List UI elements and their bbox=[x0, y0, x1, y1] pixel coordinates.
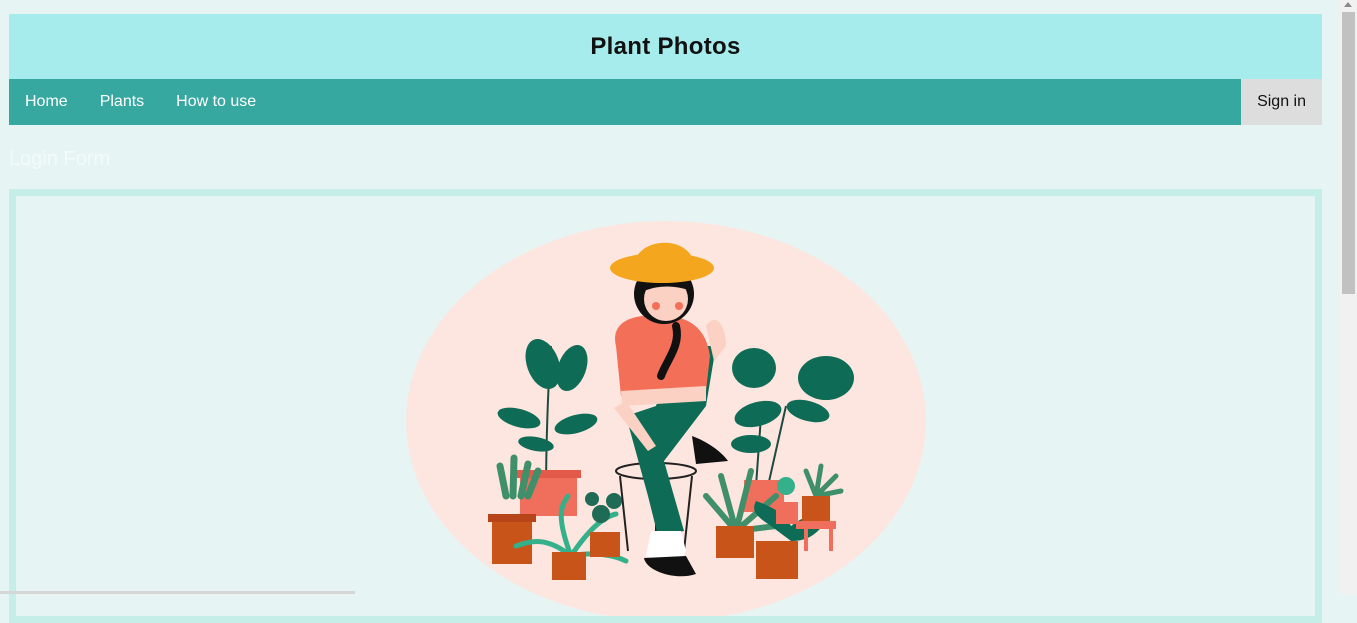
nav-item-home[interactable]: Home bbox=[9, 79, 84, 125]
nav-item-how-to-use[interactable]: How to use bbox=[160, 79, 272, 125]
page-title: Plant Photos bbox=[590, 32, 741, 60]
sign-in-button[interactable]: Sign in bbox=[1241, 79, 1322, 125]
site-header: Plant Photos bbox=[9, 14, 1322, 79]
page: Plant Photos Home Plants How to use Sign… bbox=[9, 14, 1322, 623]
main-nav: Home Plants How to use Sign in bbox=[9, 79, 1322, 125]
scroll-up-arrow-icon[interactable] bbox=[1344, 2, 1352, 7]
nav-item-plants[interactable]: Plants bbox=[84, 79, 160, 125]
faint-heading: Login Form bbox=[9, 148, 111, 170]
plant-lady-illustration bbox=[406, 221, 926, 616]
vertical-scrollbar[interactable] bbox=[1340, 0, 1357, 594]
image-frame bbox=[9, 189, 1322, 623]
scrollbar-thumb[interactable] bbox=[1342, 12, 1355, 294]
